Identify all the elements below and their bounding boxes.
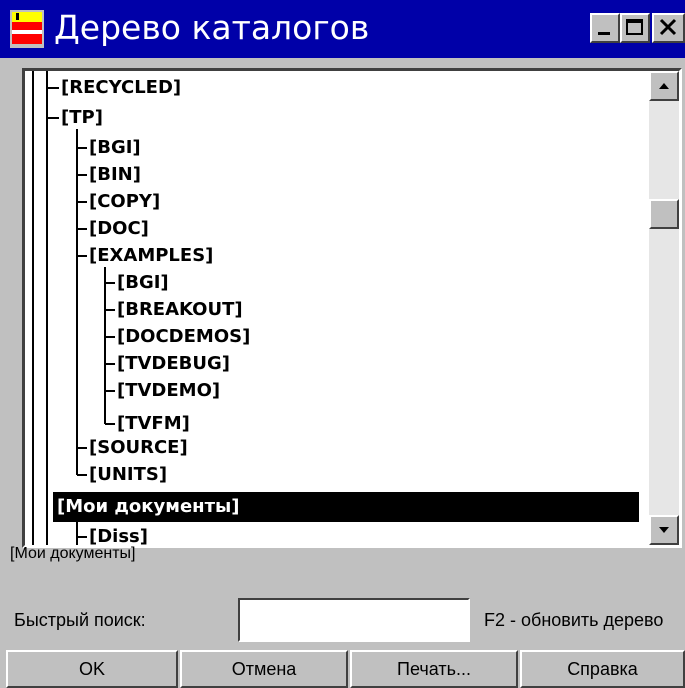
tree-node-tvdemo[interactable]: [TVDEMO] <box>117 376 220 406</box>
current-path: [Мои документы] <box>10 545 136 562</box>
tree-node-tvdebug[interactable]: [TVDEBUG] <box>117 349 230 379</box>
tree-node-tp-bgi[interactable]: [BGI] <box>89 133 141 163</box>
close-button[interactable] <box>652 13 685 43</box>
tree-node-units[interactable]: [UNITS] <box>89 460 167 490</box>
tree-node-tp[interactable]: [TP] <box>61 103 103 133</box>
cancel-button[interactable]: Отмена <box>180 650 348 688</box>
tree-node-breakout[interactable]: [BREAKOUT] <box>117 295 243 325</box>
tree-node-docdemos[interactable]: [DOCDEMOS] <box>117 322 250 352</box>
directory-tree[interactable]: [RECYCLED] [TP] [BGI] [BIN] [COPY] [DOC]… <box>22 68 682 548</box>
maximize-button[interactable] <box>620 13 650 43</box>
tree-node-source[interactable]: [SOURCE] <box>89 433 188 463</box>
scroll-down-button[interactable] <box>649 515 679 545</box>
arrow-down-icon <box>659 527 669 533</box>
tree-node-copy[interactable]: [COPY] <box>89 187 160 217</box>
ok-button[interactable]: OK <box>6 650 178 688</box>
refresh-hint: F2 - обновить дерево <box>484 610 664 630</box>
tree-node-bin[interactable]: [BIN] <box>89 160 141 190</box>
title-bar[interactable]: Дерево каталогов <box>0 0 685 58</box>
arrow-up-icon <box>659 83 669 89</box>
tree-node-my-documents[interactable]: [Мои документы] <box>53 492 639 522</box>
quick-search-input[interactable] <box>238 598 470 642</box>
app-icon <box>10 10 44 48</box>
tree-node-examples-bgi[interactable]: [BGI] <box>117 268 169 298</box>
quick-search-label: Быстрый поиск: <box>14 610 146 630</box>
minimize-button[interactable] <box>590 13 620 43</box>
help-button[interactable]: Справка <box>520 650 685 688</box>
tree-node-examples[interactable]: [EXAMPLES] <box>89 241 213 271</box>
tree-node-doc[interactable]: [DOC] <box>89 214 149 244</box>
close-icon <box>659 18 677 36</box>
scroll-thumb[interactable] <box>649 199 679 229</box>
print-button[interactable]: Печать... <box>350 650 518 688</box>
tree-node-recycled[interactable]: [RECYCLED] <box>61 73 181 103</box>
scroll-up-button[interactable] <box>649 71 679 101</box>
vertical-scrollbar[interactable] <box>649 71 679 545</box>
maximize-icon <box>626 19 643 35</box>
minimize-icon <box>598 32 610 35</box>
window-title: Дерево каталогов <box>54 8 370 47</box>
